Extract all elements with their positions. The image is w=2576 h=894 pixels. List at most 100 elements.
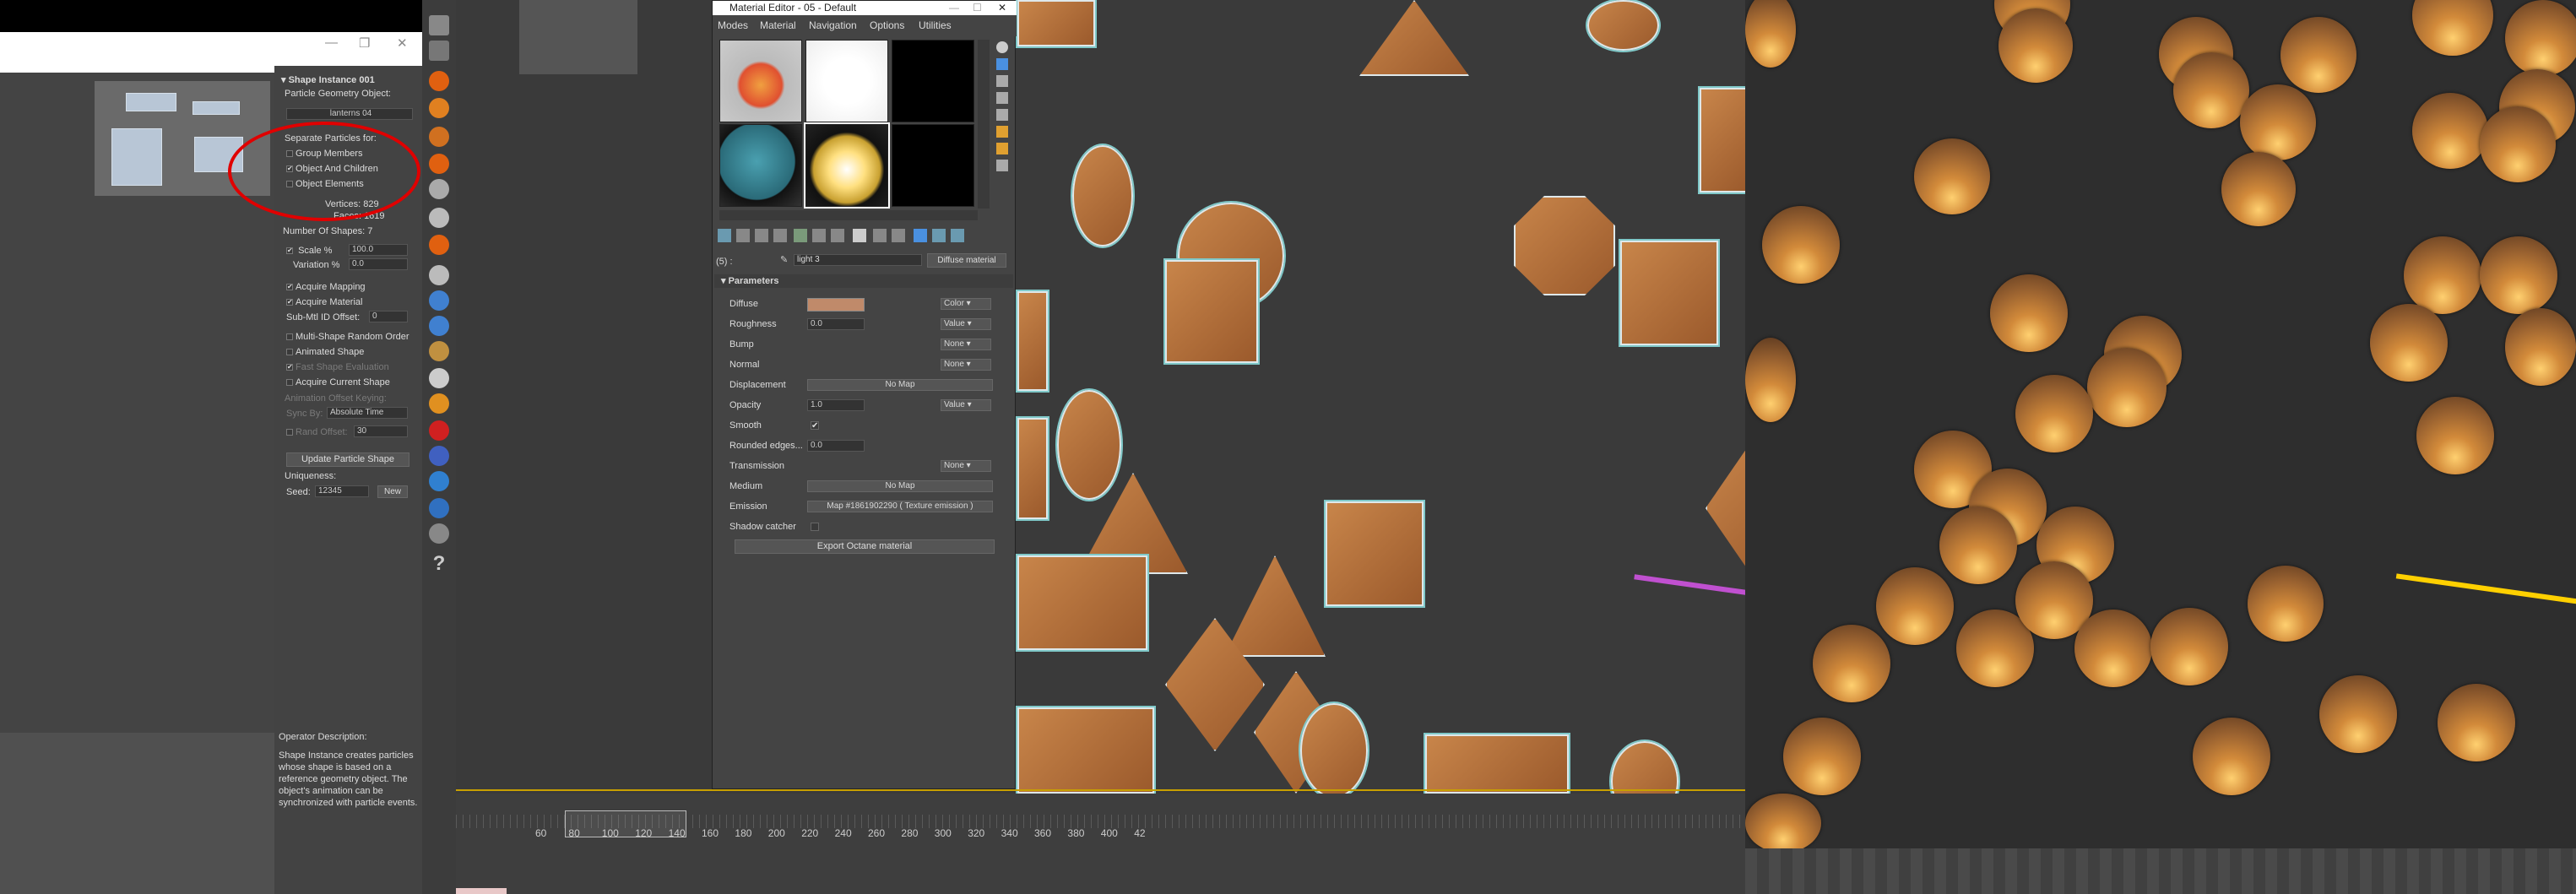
fast-shape-checkbox[interactable]: ✔ Fast Shape Evaluation: [286, 362, 389, 372]
slots-hscrollbar[interactable]: [719, 210, 978, 220]
display-icon[interactable]: [429, 290, 449, 311]
parameters-rollout[interactable]: ▾ Parameters: [714, 274, 1013, 288]
cache-icon[interactable]: [429, 446, 449, 466]
make-copy-icon[interactable]: [794, 229, 807, 242]
make-preview-icon[interactable]: [996, 126, 1008, 138]
reset-icon[interactable]: [773, 229, 787, 242]
menu-modes[interactable]: Modes: [718, 15, 748, 36]
get-material-icon[interactable]: [718, 229, 731, 242]
background-icon[interactable]: [996, 75, 1008, 87]
list-icon[interactable]: [429, 41, 449, 61]
schematic-node[interactable]: [111, 128, 162, 186]
export-octane-button[interactable]: Export Octane material: [735, 539, 995, 554]
viewport-perspective[interactable]: [456, 0, 1745, 794]
options-icon[interactable]: [996, 143, 1008, 154]
timeline[interactable]: 60 80 100 120 140 160 180 200 220 240 260 280 300 320…: [456, 794, 1745, 894]
animated-shape-checkbox[interactable]: Animated Shape: [286, 347, 364, 357]
trash-icon[interactable]: [429, 15, 449, 35]
param-checkbox[interactable]: ✔: [811, 421, 819, 431]
uv-tiling-icon[interactable]: [996, 92, 1008, 104]
sync-dropdown[interactable]: Absolute Time: [327, 407, 408, 419]
show-end-result-icon[interactable]: [892, 229, 905, 242]
material-slot-4[interactable]: [719, 124, 802, 207]
mapping-icon[interactable]: [429, 498, 449, 518]
show-shaded-icon[interactable]: [873, 229, 887, 242]
material-type-button[interactable]: Diffuse material: [927, 253, 1006, 268]
minimize-icon[interactable]: —: [325, 35, 338, 50]
fire-icon[interactable]: [429, 71, 449, 91]
cup-icon[interactable]: [429, 341, 449, 361]
param-spinner[interactable]: 1.0: [807, 399, 865, 411]
stop-icon[interactable]: [429, 420, 449, 441]
param-dropdown[interactable]: Color ▾: [941, 298, 991, 310]
param-dropdown[interactable]: None ▾: [941, 339, 991, 350]
select-by-material-icon[interactable]: [996, 160, 1008, 171]
go-to-parent-icon[interactable]: [914, 229, 927, 242]
param-dropdown[interactable]: Value ▾: [941, 318, 991, 330]
material-slot-2[interactable]: [805, 40, 888, 122]
schematic-node[interactable]: [126, 93, 176, 111]
settings-icon[interactable]: [429, 523, 449, 544]
param-dropdown[interactable]: Value ▾: [941, 399, 991, 411]
material-slot-6[interactable]: [892, 124, 974, 207]
material-icon[interactable]: [429, 368, 449, 388]
render-viewport[interactable]: [1745, 0, 2576, 848]
position-icon[interactable]: [429, 265, 449, 285]
render-icon[interactable]: [429, 316, 449, 336]
menu-navigation[interactable]: Navigation: [809, 15, 857, 36]
material-slot-3[interactable]: [892, 40, 974, 122]
submtl-spinner[interactable]: 0: [369, 311, 408, 322]
restore-icon[interactable]: ❐: [359, 35, 370, 51]
rand-offset-spinner[interactable]: 30: [354, 425, 408, 437]
new-seed-button[interactable]: New: [377, 485, 408, 498]
slots-scrollbar[interactable]: [978, 40, 990, 209]
sample-type-icon[interactable]: [996, 41, 1008, 53]
material-id-icon[interactable]: [853, 229, 866, 242]
close-icon[interactable]: ✕: [998, 1, 1006, 15]
speed-icon[interactable]: [429, 208, 449, 228]
backlight-icon[interactable]: [996, 58, 1008, 70]
acquire-current-checkbox[interactable]: Acquire Current Shape: [286, 377, 390, 387]
menu-options[interactable]: Options: [870, 15, 904, 36]
assign-icon[interactable]: [755, 229, 768, 242]
script-icon[interactable]: [429, 393, 449, 414]
spawn-icon[interactable]: [429, 127, 449, 147]
scale-spinner[interactable]: 100.0: [349, 244, 408, 256]
shape-icon[interactable]: [429, 179, 449, 199]
force-icon[interactable]: [429, 235, 449, 255]
param-map-button[interactable]: No Map: [807, 379, 993, 391]
geom-object-field[interactable]: lanterns 04: [286, 108, 413, 120]
go-forward-icon[interactable]: [932, 229, 946, 242]
scale-checkbox[interactable]: ✔ Scale %: [286, 246, 332, 256]
schematic-node[interactable]: [193, 101, 240, 115]
param-spinner[interactable]: 0.0: [807, 318, 865, 330]
minimize-icon[interactable]: —: [949, 1, 959, 15]
param-map-button[interactable]: No Map: [807, 480, 993, 492]
close-icon[interactable]: ✕: [397, 35, 408, 51]
eyedropper-icon[interactable]: ✎: [780, 254, 790, 266]
menu-utilities[interactable]: Utilities: [919, 15, 952, 36]
param-dropdown[interactable]: None ▾: [941, 460, 991, 472]
material-slot-1[interactable]: [719, 40, 802, 122]
material-name-field[interactable]: light 3: [794, 254, 922, 266]
diffuse-color-swatch[interactable]: [807, 298, 865, 312]
pick-material-icon[interactable]: [951, 229, 964, 242]
help-icon[interactable]: ?: [429, 554, 449, 574]
param-map-button[interactable]: Map #1861902290 ( Texture emission ): [807, 501, 993, 512]
rand-offset-checkbox[interactable]: Rand Offset:: [286, 427, 348, 437]
video-check-icon[interactable]: [996, 109, 1008, 121]
birth-icon[interactable]: [429, 98, 449, 118]
acquire-material-checkbox[interactable]: ✔ Acquire Material: [286, 297, 362, 307]
put-to-library-icon[interactable]: [831, 229, 844, 242]
collision-icon[interactable]: [429, 154, 449, 174]
variation-spinner[interactable]: 0.0: [349, 258, 408, 270]
param-checkbox[interactable]: [811, 523, 819, 531]
maximize-icon[interactable]: ☐: [973, 1, 982, 15]
put-to-scene-icon[interactable]: [736, 229, 750, 242]
globe-icon[interactable]: [429, 471, 449, 491]
material-slot-5[interactable]: [804, 122, 890, 209]
menu-material[interactable]: Material: [760, 15, 796, 36]
update-particle-shape-button[interactable]: Update Particle Shape: [286, 452, 409, 467]
acquire-mapping-checkbox[interactable]: ✔ Acquire Mapping: [286, 282, 366, 292]
multi-shape-checkbox[interactable]: Multi-Shape Random Order: [286, 332, 409, 342]
